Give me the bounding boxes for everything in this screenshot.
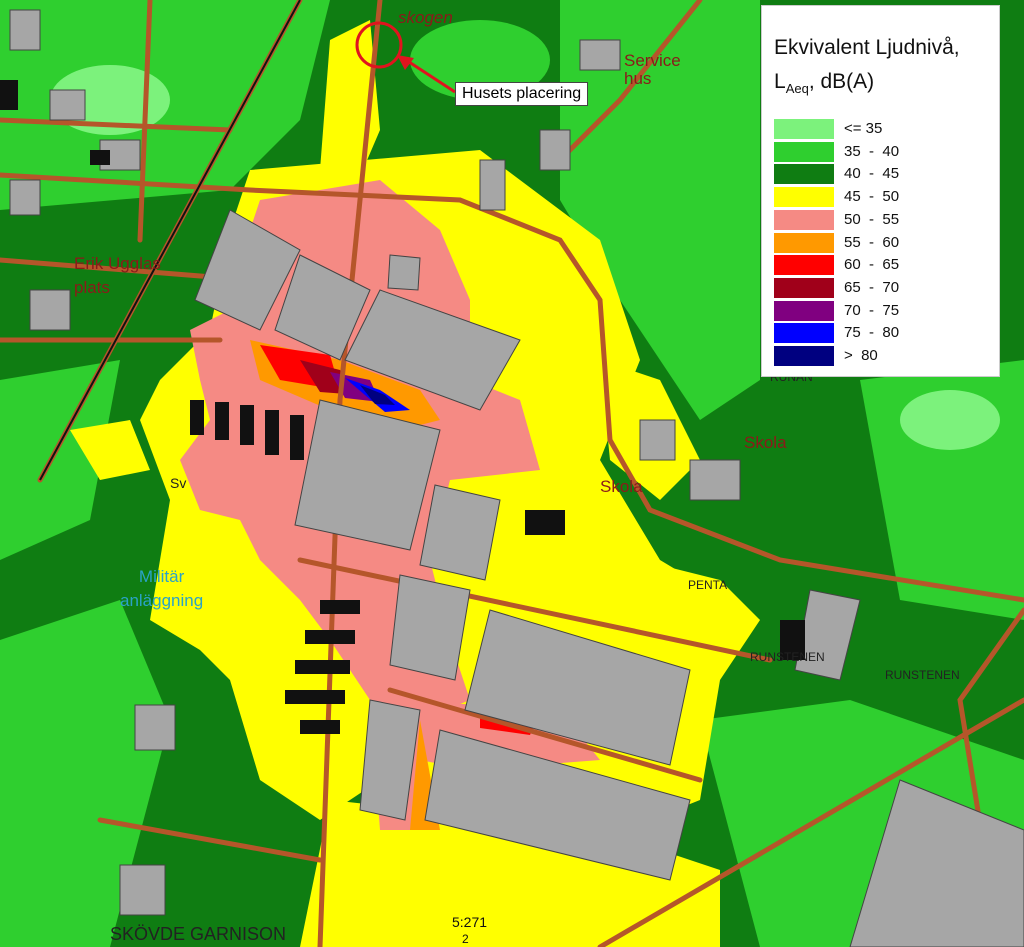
legend-swatch <box>774 209 834 230</box>
legend-title: Ekvivalent Ljudnivå, <box>774 36 960 59</box>
label-runstenen-west: RUNSTENEN <box>750 650 825 664</box>
legend-item: 60 - 65 <box>774 255 989 276</box>
barrack-10 <box>300 720 340 734</box>
label-skola-east: Skola <box>744 433 787 452</box>
label-runstenen-east: RUNSTENEN <box>885 668 960 682</box>
barrack-8 <box>295 660 350 674</box>
block-7 <box>119 864 166 916</box>
black-block-3 <box>0 80 18 110</box>
black-block-1 <box>525 510 565 535</box>
legend-label: 55 - 60 <box>844 233 900 251</box>
legend-label: 70 - 75 <box>844 301 900 319</box>
block-3 <box>9 179 41 216</box>
legend-swatch <box>774 300 834 321</box>
legend-swatch <box>774 277 834 298</box>
house-location-callout: Husets placering <box>455 82 589 106</box>
barrack-2 <box>215 402 229 440</box>
legend-item: 40 - 45 <box>774 164 989 185</box>
legend-item: 35 - 40 <box>774 141 989 162</box>
label-skovde-garnison: SKÖVDE GARNISON <box>110 924 287 944</box>
barrack-5 <box>290 415 304 460</box>
legend-swatch <box>774 232 834 253</box>
label-skola-central: Skola <box>600 477 643 496</box>
label-militar-anlaggning: Militär anläggning <box>120 567 204 610</box>
legend-item: 75 - 80 <box>774 323 989 344</box>
legend-swatch <box>774 346 834 366</box>
legend-label: <= 35 <box>844 120 883 137</box>
legend-swatch <box>774 141 834 162</box>
legend: Ekvivalent Ljudnivå, LAeq, dB(A) <= 35 35… <box>761 5 1000 377</box>
legend-swatch <box>774 119 834 139</box>
legend-label: > 80 <box>844 347 878 364</box>
legend-item: <= 35 <box>774 119 989 139</box>
zone-le35-c <box>900 390 1000 450</box>
block-8 <box>689 459 741 501</box>
barrack-3 <box>240 405 254 445</box>
legend-label: 50 - 55 <box>844 210 900 228</box>
legend-swatch <box>774 323 834 344</box>
legend-item: 55 - 60 <box>774 232 989 253</box>
label-erik-ugglas-plats: Erik Ugglas plats <box>74 254 161 297</box>
legend-label: 65 - 70 <box>844 278 900 296</box>
black-block-4 <box>90 150 110 165</box>
block-11 <box>539 129 571 171</box>
building-l <box>387 254 421 291</box>
legend-title-unit: , dB(A) <box>808 70 875 93</box>
label-sv: Sv <box>170 475 187 491</box>
barrack-9 <box>285 690 345 704</box>
block-10 <box>479 159 506 211</box>
legend-title-l: L <box>774 70 786 93</box>
legend-swatch <box>774 187 834 208</box>
block-5 <box>29 289 71 331</box>
building-e <box>419 484 501 581</box>
building-f <box>389 574 471 681</box>
legend-label: 40 - 45 <box>844 165 900 183</box>
legend-label: 60 - 65 <box>844 256 900 274</box>
noise-map: skogen Service hus Erik Ugglas plats Sv … <box>0 0 1024 947</box>
legend-title-sub: Aeq <box>785 81 809 97</box>
legend-swatch <box>774 255 834 276</box>
barrack-4 <box>265 410 279 455</box>
legend-item: 50 - 55 <box>774 209 989 230</box>
label-fastighet-2: 2 <box>462 932 469 946</box>
label-servicehus: Service hus <box>624 51 681 88</box>
legend-item: 45 - 50 <box>774 187 989 208</box>
legend-subtitle: LAeq, dB(A) <box>774 70 874 96</box>
block-6 <box>134 704 176 751</box>
barrack-7 <box>305 630 355 644</box>
label-penta: PENTA <box>688 578 728 592</box>
legend-item: 65 - 70 <box>774 277 989 298</box>
barrack-1 <box>190 400 204 435</box>
block-12 <box>579 39 621 71</box>
block-2 <box>49 89 86 121</box>
legend-item: > 80 <box>774 346 989 366</box>
block-9 <box>639 419 676 461</box>
label-skogen: skogen <box>398 8 453 27</box>
legend-label: 35 - 40 <box>844 142 900 160</box>
block-1 <box>9 9 41 51</box>
legend-label: 45 - 50 <box>844 188 900 206</box>
legend-item: 70 - 75 <box>774 300 989 321</box>
label-fastighet: 5:271 <box>452 914 488 930</box>
barrack-6 <box>320 600 360 614</box>
legend-swatch <box>774 164 834 185</box>
legend-label: 75 - 80 <box>844 324 900 342</box>
